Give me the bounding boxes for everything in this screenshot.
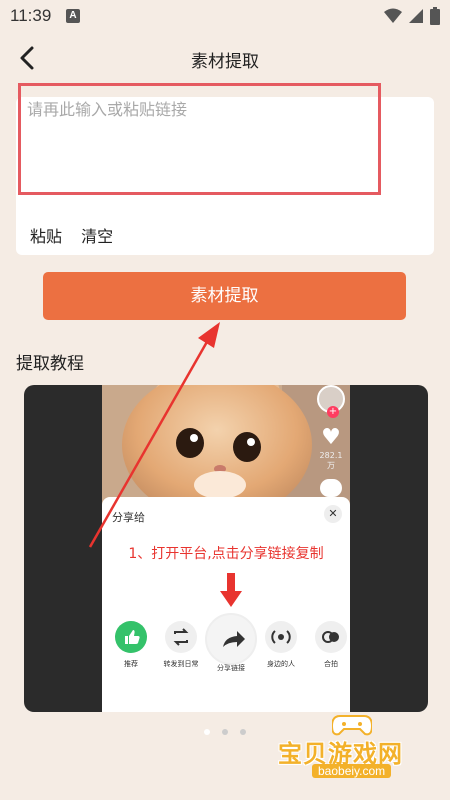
header: 素材提取 [0, 38, 450, 78]
paste-button[interactable]: 粘贴 [30, 227, 62, 246]
battery-icon [430, 7, 440, 25]
watermark-url: baobeiy.com [312, 764, 392, 778]
carousel-dot[interactable] [222, 729, 229, 735]
share-item-duet: 合拍 [304, 621, 350, 669]
page-title: 素材提取 [191, 52, 259, 72]
heart-icon: ♥ [321, 425, 341, 450]
share-item-repost: 转发到日常 [154, 621, 208, 669]
thumbs-up-icon [115, 621, 147, 653]
share-label: 推荐 [124, 660, 138, 668]
extract-button[interactable]: 素材提取 [43, 272, 406, 320]
link-input[interactable] [21, 86, 378, 192]
share-item-nearby: 身边的人 [254, 621, 308, 669]
link-input-card: 粘贴 清空 [16, 83, 434, 255]
wifi-icon [384, 8, 402, 23]
clear-button[interactable]: 清空 [81, 227, 113, 246]
share-arrow-icon [205, 613, 257, 665]
share-sheet: 分享给 ✕ 1、打开平台,点击分享链接复制 推荐 转发到日常 分享链接 身边的人… [102, 497, 350, 712]
down-arrow-icon [220, 573, 242, 607]
duet-icon [315, 621, 347, 653]
input-actions: 粘贴 清空 [30, 223, 127, 247]
share-item-recommend: 推荐 [104, 621, 158, 669]
carousel-dot[interactable] [204, 729, 210, 735]
like-count: 282.1万 [319, 451, 343, 470]
share-label: 合拍 [324, 660, 338, 668]
tutorial-image[interactable]: + ♥ 282.1万 分享给 ✕ 1、打开平台,点击分享链接复制 推荐 转发到日… [24, 385, 428, 712]
share-options: 推荐 转发到日常 分享链接 身边的人 合拍 [102, 613, 350, 681]
repost-icon [165, 621, 197, 653]
video-side-actions: + ♥ 282.1万 [316, 385, 346, 497]
avatar: + [317, 385, 345, 418]
status-time: 11:39 [10, 6, 52, 25]
share-label: 身边的人 [267, 660, 295, 668]
follow-plus-icon: + [327, 406, 339, 418]
tutorial-section-title: 提取教程 [16, 354, 84, 374]
link-input-highlight [18, 83, 381, 195]
close-icon: ✕ [324, 505, 342, 523]
nearby-icon [265, 621, 297, 653]
cat-photo [102, 385, 350, 505]
carousel-dots [204, 720, 253, 739]
gamepad-icon [332, 715, 372, 736]
tutorial-phone-screen: + ♥ 282.1万 分享给 ✕ 1、打开平台,点击分享链接复制 推荐 转发到日… [102, 385, 350, 712]
notification-icon: A [66, 9, 80, 23]
tutorial-instruction: 1、打开平台,点击分享链接复制 [128, 546, 324, 562]
status-bar: 11:39 A [0, 0, 450, 32]
share-label: 转发到日常 [163, 660, 199, 668]
share-item-link: 分享链接 [204, 613, 258, 673]
carousel-dot[interactable] [240, 729, 247, 735]
signal-icon [409, 9, 423, 23]
site-watermark: 宝贝游戏网 baobeiy.com [276, 712, 446, 798]
share-sheet-title: 分享给 [112, 511, 145, 524]
comment-icon [320, 479, 342, 497]
